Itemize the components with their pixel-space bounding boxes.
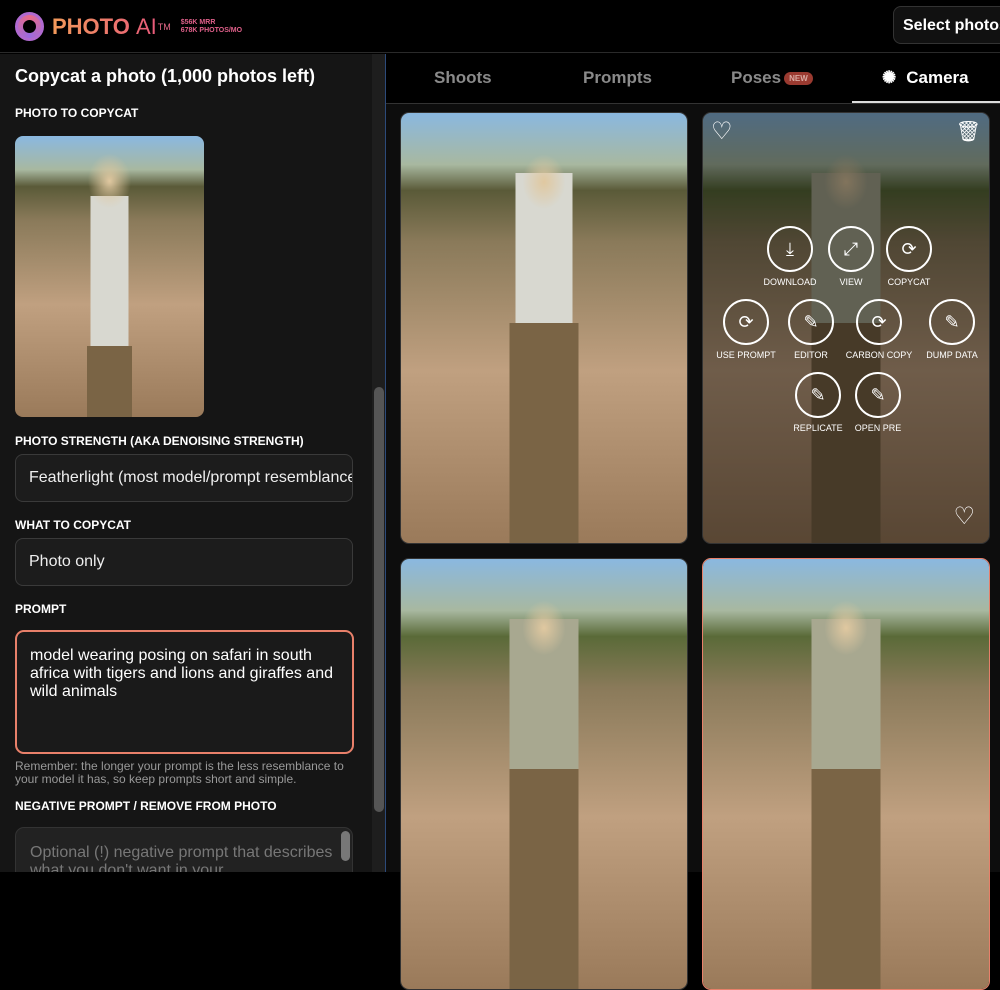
heart-icon[interactable]: ♡: [953, 502, 975, 531]
dump-data-button[interactable]: ✎ DUMP DATA: [907, 299, 989, 360]
what-label: WHAT TO COPYCAT: [15, 518, 131, 532]
stats: $56K MRR 678K PHOTOS/MO: [181, 19, 242, 35]
negative-prompt-input[interactable]: Optional (!) negative prompt that descri…: [15, 827, 353, 872]
action-label: COPYCAT: [887, 277, 931, 287]
action-label: DUMP DATA: [926, 350, 978, 360]
photo-image: [703, 559, 989, 989]
photo-card-selected[interactable]: [702, 558, 990, 990]
prompt-hint: Remember: the longer your prompt is the …: [15, 759, 344, 786]
strength-label: PHOTO STRENGTH (AKA DENOISING STRENGTH): [15, 434, 304, 448]
pencil-icon: ✎: [929, 299, 975, 345]
photo-card[interactable]: [400, 112, 688, 544]
copycat-photo[interactable]: [15, 136, 204, 417]
tab-shoots[interactable]: Shoots: [434, 68, 492, 88]
what-select[interactable]: Photo only: [15, 538, 353, 586]
tab-camera[interactable]: ✺ Camera: [882, 68, 969, 88]
gallery: Shoots Prompts Poses NEW ✺ Camera ♡ 🗑 ⤓ DOW…: [386, 54, 1000, 990]
stat-mrr: $56K MRR: [180, 18, 216, 26]
scrollbar-thumb[interactable]: [374, 387, 384, 812]
trash-icon[interactable]: 🗑: [956, 119, 981, 144]
pencil-icon: ✎: [788, 299, 834, 345]
copycat-panel: Copycat a photo (1,000 photos left) PHOT…: [0, 54, 372, 872]
negative-label: NEGATIVE PROMPT / REMOVE FROM PHOTO: [15, 799, 277, 813]
prompt-input[interactable]: model wearing posing on safari in south …: [15, 630, 354, 754]
tab-poses-label: Poses: [731, 68, 782, 87]
active-tab-indicator: [852, 101, 1000, 103]
tab-poses[interactable]: Poses NEW: [731, 68, 813, 88]
select-photos-button[interactable]: Select photos: [893, 6, 1000, 44]
textarea-scrollbar[interactable]: [341, 831, 350, 861]
negative-placeholder: Optional (!) negative prompt that descri…: [30, 844, 333, 872]
tabs: Shoots Prompts Poses NEW ✺ Camera: [386, 54, 1000, 104]
camera-shutter-icon: ✺: [882, 68, 897, 87]
pencil-icon: ✎: [855, 372, 901, 418]
camera-shutter-icon: [15, 12, 44, 41]
stat-photos: 678K PHOTOS/MO: [180, 26, 243, 34]
logo[interactable]: PHOTO AI TM $56K MRR 678K PHOTOS/MO: [15, 12, 242, 41]
new-badge: NEW: [784, 72, 813, 86]
brand-name: PHOTO: [52, 13, 130, 39]
refresh-icon: ⟳: [886, 226, 932, 272]
header: PHOTO AI TM $56K MRR 678K PHOTOS/MO Selec…: [0, 0, 1000, 53]
trademark: TM: [157, 21, 171, 32]
open-pre-button[interactable]: ✎ OPEN PRE: [833, 372, 923, 433]
prompt-label: PROMPT: [15, 602, 67, 616]
copycat-button[interactable]: ⟳ COPYCAT: [864, 226, 954, 287]
photo-image: [401, 113, 687, 543]
photo-card[interactable]: ♡ 🗑 ⤓ DOWNLOAD ⤢ VIEW ⟳ COPYCAT ⟳ USE PROMPT…: [702, 112, 990, 544]
action-label: OPEN PRE: [854, 423, 902, 433]
tab-prompts[interactable]: Prompts: [583, 68, 652, 88]
strength-select[interactable]: Featherlight (most model/prompt resembla…: [15, 454, 353, 502]
heart-icon[interactable]: ♡: [711, 117, 733, 146]
brand-ai: AI: [135, 13, 157, 39]
photo-card[interactable]: [400, 558, 688, 990]
refresh-icon: ⟳: [723, 299, 769, 345]
panel-scrollbar[interactable]: [372, 54, 386, 872]
photo-label: PHOTO TO COPYCAT: [15, 106, 139, 120]
panel-title: Copycat a photo (1,000 photos left): [15, 66, 316, 86]
photo-image: [401, 559, 687, 989]
refresh-icon: ⟳: [856, 299, 902, 345]
photo-image: [15, 136, 204, 417]
tab-camera-label: Camera: [906, 68, 969, 87]
